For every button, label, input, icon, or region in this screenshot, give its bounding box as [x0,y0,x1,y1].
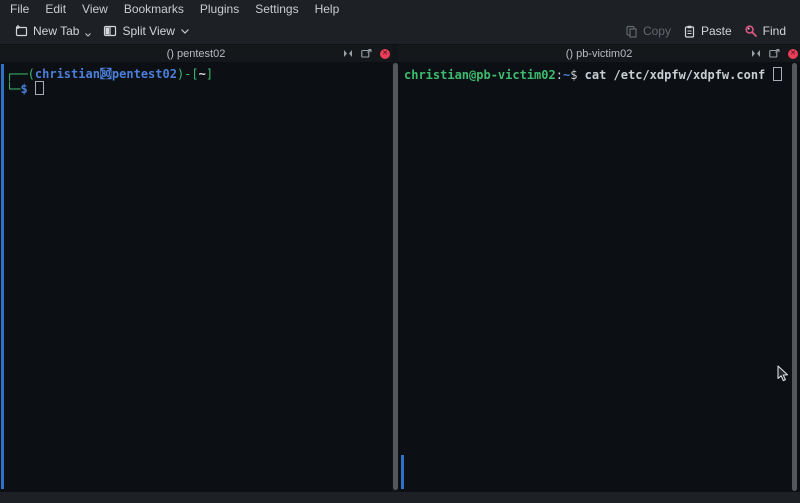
terminal-pb-victim02[interactable]: christian@pb-victim02:~$ cat /etc/xdpfw/… [398,62,800,492]
pane-pentest02: () pentest02 ✕ [0,45,392,492]
split-view-icon [103,24,117,38]
scrollbar-track-right[interactable] [792,63,797,491]
scrollbar-left-pane[interactable] [1,64,4,489]
copy-label: Copy [643,24,671,38]
maximize-pane-icon[interactable] [751,49,761,58]
terminal-cursor [773,67,782,81]
terminal-text-segment: : [556,68,563,82]
terminal-text-segment: ~ [199,67,206,81]
menu-item-help[interactable]: Help [307,2,348,16]
chevron-down-icon [85,33,91,37]
konsole-window: FileEditViewBookmarksPluginsSettingsHelp… [0,0,800,503]
split-view-button[interactable]: Split View [97,22,194,40]
terminal-text-segment [28,82,35,96]
toolbar: New Tab Split View [0,18,800,45]
pane-pb-victim02: () pb-victim02 ✕ [398,45,800,492]
menu-item-view[interactable]: View [74,2,116,16]
pane-title: () pentest02 [167,48,226,60]
terminal-pentest02[interactable]: ┌──(christian㉏pentest02)-[~]└─$ [0,62,392,492]
terminal-text-segment: christian@pb-victim02 [404,68,556,82]
terminal-text-segment: christian㉏pentest02 [35,67,177,81]
new-tab-button[interactable]: New Tab [8,22,97,40]
paste-button[interactable]: Paste [677,22,738,40]
scrollbar-right-pane[interactable] [401,455,404,489]
new-tab-label: New Tab [33,24,79,38]
menu-item-file[interactable]: File [2,2,37,16]
close-pane-button[interactable]: ✕ [380,49,390,59]
terminal-text-segment: ┌──( [6,67,35,81]
copy-button: Copy [619,22,677,40]
menu-item-plugins[interactable]: Plugins [192,2,247,16]
paste-icon [683,25,696,38]
menu-bar: FileEditViewBookmarksPluginsSettingsHelp [0,0,800,18]
terminal-text-segment: └─ [6,82,20,96]
detach-pane-icon[interactable] [769,49,780,58]
menu-item-bookmarks[interactable]: Bookmarks [116,2,192,16]
terminal-text-segment: )-[ [177,67,199,81]
menu-item-edit[interactable]: Edit [37,2,74,16]
copy-icon [625,25,638,38]
maximize-pane-icon[interactable] [343,49,353,58]
pane-header[interactable]: () pb-victim02 ✕ [398,45,800,62]
find-button[interactable]: Find [738,22,792,40]
paste-label: Paste [701,24,732,38]
terminal-cursor [35,81,44,95]
pane-title: () pb-victim02 [566,48,633,60]
split-view-label: Split View [122,24,174,38]
menu-item-settings[interactable]: Settings [247,2,306,16]
splitter-handle[interactable] [393,63,398,490]
terminal-text-segment: cat /etc/xdpfw/xdpfw.conf [577,68,772,82]
terminal-text-segment: ] [206,67,213,81]
terminal-line: └─$ [6,81,392,96]
close-pane-button[interactable]: ✕ [788,49,798,59]
terminal-text-segment: $ [20,82,27,96]
split-view-container: () pentest02 ✕ [0,45,800,492]
pane-header[interactable]: () pentest02 ✕ [0,45,392,62]
new-tab-icon [14,24,28,38]
detach-pane-icon[interactable] [361,49,372,58]
chevron-down-icon [181,29,189,34]
find-icon [744,24,758,38]
terminal-line: christian@pb-victim02:~$ cat /etc/xdpfw/… [404,67,800,82]
terminal-line: ┌──(christian㉏pentest02)-[~] [6,67,392,81]
find-label: Find [763,24,786,38]
